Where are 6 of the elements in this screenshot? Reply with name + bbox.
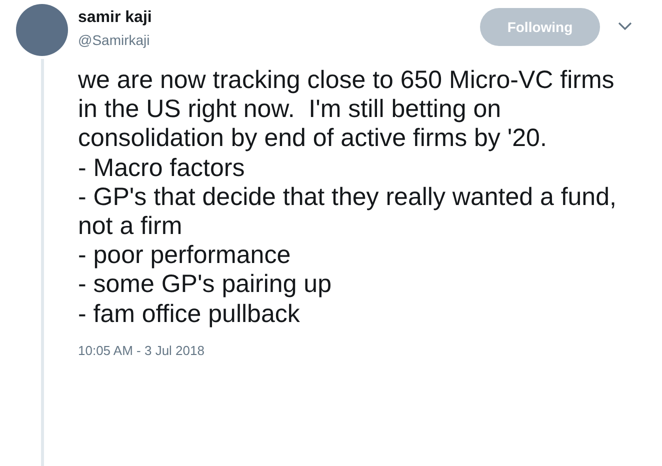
tweet-text: we are now tracking close to 650 Micro-VC firms in the US right now. I'm still betting on consolidation by end of active firms by '20. - Macro factors - GP's that decide that they really wanted a fund, not a firm - poor performance - some GP's pairing up - fam office pullback [78, 66, 618, 329]
chevron-down-icon[interactable] [618, 22, 632, 30]
author-name[interactable]: samir kaji [78, 9, 152, 27]
tweet-timestamp[interactable]: 10:05 AM - 3 Jul 2018 [78, 342, 204, 358]
avatar[interactable] [16, 4, 68, 56]
author-handle[interactable]: @Samirkaji [78, 32, 150, 48]
